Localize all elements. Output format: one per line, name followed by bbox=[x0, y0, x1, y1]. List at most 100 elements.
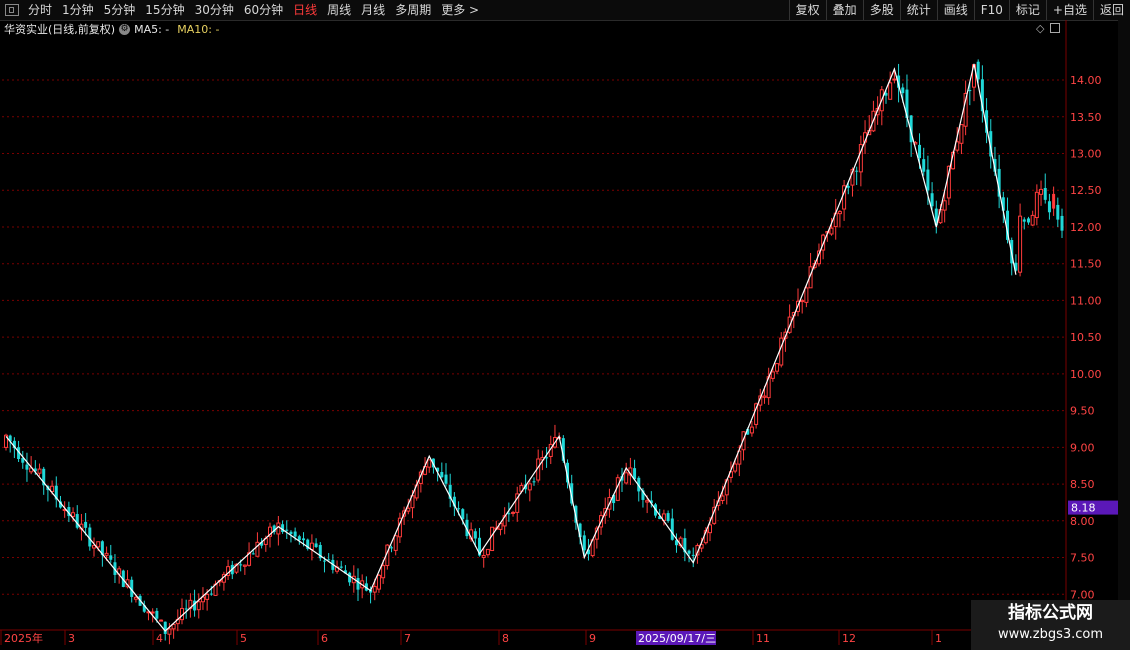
candle-body-up bbox=[372, 586, 377, 593]
candle-body-up bbox=[645, 500, 650, 503]
watermark: 指标公式网 www.zbgs3.com bbox=[971, 600, 1130, 650]
candle-body-up bbox=[762, 395, 767, 398]
candle-body-up bbox=[242, 564, 247, 567]
price-tick-label: 10.50 bbox=[1070, 331, 1102, 344]
watermark-url: www.zbgs3.com bbox=[997, 627, 1104, 642]
candle-body-down bbox=[532, 481, 536, 483]
price-tick-label: 10.00 bbox=[1070, 368, 1102, 381]
candle-body bbox=[1052, 193, 1056, 209]
candle-body-down bbox=[901, 87, 905, 94]
candle-body bbox=[1047, 201, 1051, 213]
candle-body-down bbox=[670, 518, 674, 540]
candle-body-up bbox=[837, 211, 842, 215]
candle-body-up bbox=[381, 565, 386, 579]
candle-body bbox=[1060, 215, 1064, 231]
candle-body-up bbox=[427, 459, 432, 468]
candle-body-down bbox=[314, 543, 318, 548]
candle-body-down bbox=[968, 90, 972, 92]
candle-body-down bbox=[293, 531, 297, 537]
date-tick-label: 5 bbox=[240, 632, 247, 645]
candle-body-down bbox=[285, 529, 289, 531]
candle-body-down bbox=[302, 538, 306, 541]
price-tick-label: 13.00 bbox=[1070, 148, 1102, 161]
candle-body-down bbox=[251, 553, 255, 555]
candle-body-up bbox=[800, 300, 805, 303]
candle-body-up bbox=[770, 371, 775, 379]
candle-body-down bbox=[507, 513, 511, 515]
price-tick-label: 11.00 bbox=[1070, 294, 1102, 307]
candle-body-down bbox=[297, 536, 301, 541]
candle-body-down bbox=[691, 554, 695, 556]
candle-body-up bbox=[96, 541, 101, 548]
candle-body-up bbox=[376, 574, 381, 590]
candles bbox=[4, 59, 1064, 645]
candle-body-up bbox=[406, 507, 411, 512]
candle-body-up bbox=[624, 472, 629, 484]
candle-body-down bbox=[473, 531, 477, 539]
price-tick-label: 7.50 bbox=[1070, 552, 1095, 565]
candle-body-down bbox=[918, 144, 922, 159]
zigzag-indicator-line bbox=[5, 63, 1017, 632]
price-tick-label: 9.00 bbox=[1070, 441, 1095, 454]
candle-body-up bbox=[1034, 191, 1039, 219]
candle-body-up bbox=[490, 526, 495, 552]
date-tick-label: 9 bbox=[589, 632, 596, 645]
candle-body-up bbox=[150, 611, 155, 614]
date-tick-label: 2025年 bbox=[4, 631, 43, 645]
candle-body-up bbox=[393, 535, 398, 551]
candle-body-down bbox=[930, 193, 934, 207]
candle-body-up bbox=[167, 628, 172, 635]
candle-body-down bbox=[348, 572, 352, 583]
candle-body-up bbox=[720, 495, 725, 502]
price-tick-label: 11.50 bbox=[1070, 258, 1102, 271]
candle-body-down bbox=[209, 593, 213, 595]
candle-body-down bbox=[339, 566, 343, 568]
candle-body-down bbox=[666, 513, 670, 522]
candle-body bbox=[1056, 204, 1060, 220]
candle-body-up bbox=[959, 124, 964, 144]
date-tick-label: 4 bbox=[156, 632, 163, 645]
candle-body-up bbox=[104, 552, 109, 556]
price-tick-label: 13.50 bbox=[1070, 111, 1102, 124]
candle-body-down bbox=[289, 531, 293, 535]
candle-body-down bbox=[239, 564, 243, 566]
candle-body-down bbox=[109, 555, 113, 560]
candle-body-up bbox=[485, 548, 490, 556]
candle-body-up bbox=[804, 287, 809, 303]
candle-body-down bbox=[457, 508, 461, 510]
candle-body-up bbox=[779, 337, 784, 366]
candle-body-down bbox=[25, 464, 29, 470]
candle-body-up bbox=[1030, 214, 1035, 226]
candle-body-down bbox=[444, 474, 448, 484]
price-tick-label: 9.50 bbox=[1070, 405, 1095, 418]
candle-body-up bbox=[1039, 188, 1044, 195]
candle-body-up bbox=[708, 524, 712, 534]
candle-body-up bbox=[775, 363, 780, 372]
candle-body-up bbox=[942, 200, 947, 211]
candle-body-up bbox=[1018, 215, 1023, 273]
date-tick-label: 12 bbox=[842, 632, 856, 645]
candle-body-up bbox=[527, 483, 532, 491]
candle-body-up bbox=[159, 619, 164, 622]
candle-body-up bbox=[749, 426, 754, 434]
candle-body-up bbox=[37, 468, 42, 474]
date-highlight-label: 2025/09/17/三 bbox=[638, 632, 716, 645]
candle-body-down bbox=[322, 560, 326, 562]
candle-body-down bbox=[155, 610, 159, 619]
candle-body-up bbox=[71, 512, 76, 517]
price-tick-label: 12.00 bbox=[1070, 221, 1102, 234]
candle-body-down bbox=[582, 535, 586, 551]
date-tick-label: 7 bbox=[404, 632, 411, 645]
price-tick-label: 8.50 bbox=[1070, 478, 1095, 491]
price-tick-label: 8.00 bbox=[1070, 515, 1095, 528]
kline-chart[interactable]: 14.00 13.50 13.00 12.50 12.00 11.50 11.00 10.50… bbox=[0, 0, 1130, 650]
candle-body-down bbox=[461, 509, 465, 520]
candle-body-up bbox=[888, 82, 893, 100]
candle-body-up bbox=[829, 227, 834, 235]
date-tick-label: 6 bbox=[321, 632, 328, 645]
side-panel-strip bbox=[1118, 20, 1130, 630]
candle-body-up bbox=[196, 601, 201, 611]
candle-body-down bbox=[390, 547, 394, 549]
price-tick-label: 12.50 bbox=[1070, 184, 1102, 197]
candle-body-down bbox=[1026, 218, 1030, 223]
